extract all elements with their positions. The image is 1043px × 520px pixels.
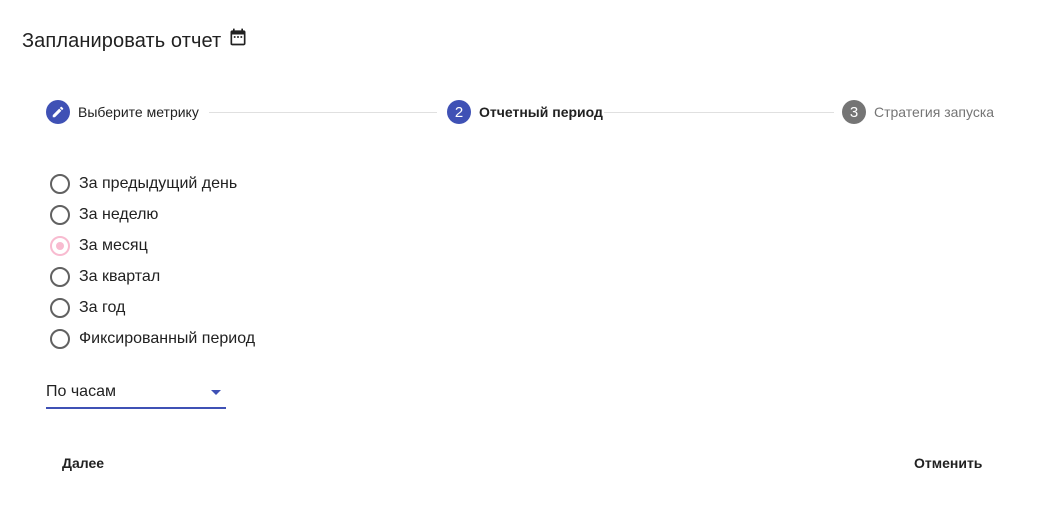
radio-month[interactable]: За месяц [50, 230, 255, 261]
step-connector [209, 112, 437, 113]
radio-button[interactable] [50, 173, 70, 194]
radio-label: За квартал [79, 267, 161, 285]
dialog-header: Запланировать отчет [22, 26, 248, 56]
cancel-button[interactable]: Отменить [912, 450, 984, 476]
step-1-label: Выберите метрику [78, 104, 199, 120]
radio-label: За неделю [79, 205, 159, 223]
step-reporting-period[interactable]: 2 Отчетный период [447, 100, 603, 124]
radio-previous-day[interactable]: За предыдущий день [50, 168, 255, 199]
radio-button[interactable] [50, 204, 70, 225]
pencil-icon [51, 105, 65, 119]
radio-dot [56, 241, 64, 250]
radio-label: За месяц [79, 236, 148, 254]
radio-button-selected[interactable] [50, 235, 70, 256]
step-3-label: Стратегия запуска [874, 104, 995, 120]
step-1-indicator [46, 100, 70, 124]
period-radio-group: За предыдущий день За неделю За месяц За… [50, 168, 255, 354]
select-value: По часам [46, 383, 116, 400]
calendar-icon [228, 27, 248, 47]
step-2-label: Отчетный период [479, 104, 603, 120]
radio-label: Фиксированный период [79, 329, 256, 347]
radio-label: За год [79, 298, 126, 316]
radio-year[interactable]: За год [50, 292, 255, 323]
step-connector [604, 112, 834, 113]
step-select-metric[interactable]: Выберите метрику [46, 100, 199, 124]
radio-button[interactable] [50, 266, 70, 287]
granularity-select[interactable]: По часам [46, 381, 226, 409]
next-button[interactable]: Далее [60, 450, 106, 476]
step-3-indicator: 3 [842, 100, 866, 124]
stepper: Выберите метрику 2 Отчетный период 3 Стр… [46, 100, 996, 124]
radio-fixed-period[interactable]: Фиксированный период [50, 323, 255, 354]
radio-button[interactable] [50, 328, 70, 349]
radio-label: За предыдущий день [79, 174, 238, 192]
dialog-title: Запланировать отчет [22, 29, 222, 52]
step-launch-strategy[interactable]: 3 Стратегия запуска [842, 100, 994, 124]
radio-button[interactable] [50, 297, 70, 318]
dropdown-arrow-icon [211, 390, 221, 395]
step-2-indicator: 2 [447, 100, 471, 124]
radio-quarter[interactable]: За квартал [50, 261, 255, 292]
radio-week[interactable]: За неделю [50, 199, 255, 230]
